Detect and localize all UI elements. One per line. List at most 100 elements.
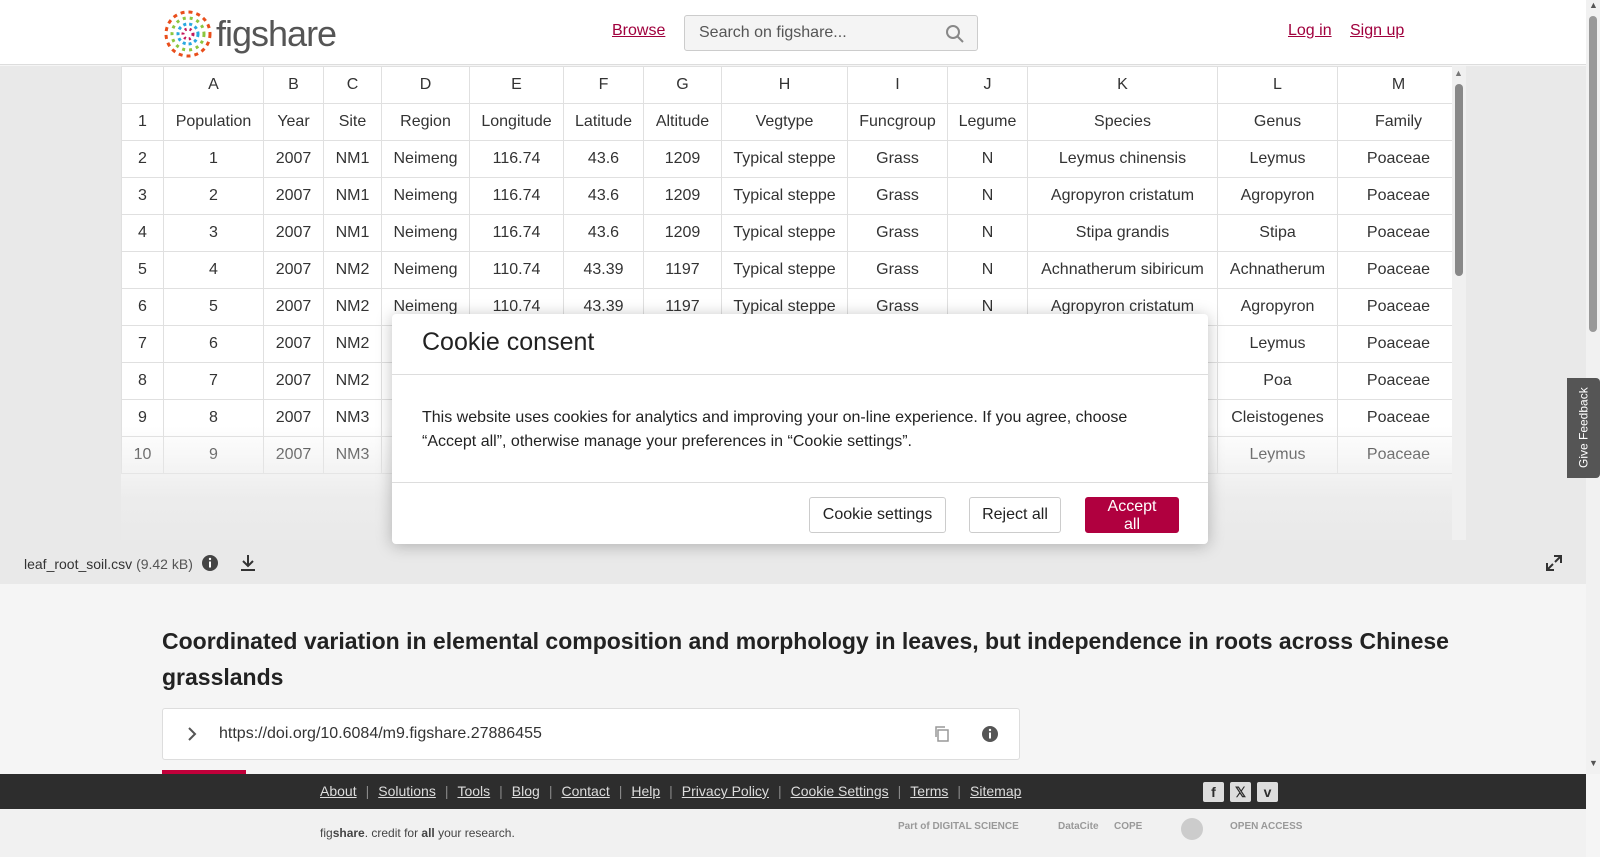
table-cell[interactable]: 6: [163, 325, 264, 363]
table-cell[interactable]: Grass: [847, 177, 948, 215]
table-cell[interactable]: Poa: [1217, 362, 1338, 400]
row-number[interactable]: 5: [121, 251, 164, 289]
column-header[interactable]: C: [323, 66, 382, 104]
table-cell[interactable]: Poaceae: [1337, 251, 1460, 289]
column-header[interactable]: E: [469, 66, 564, 104]
row-number[interactable]: 6: [121, 288, 164, 326]
footer-link-blog[interactable]: Blog: [512, 783, 540, 799]
table-cell[interactable]: Vegtype: [721, 103, 848, 141]
table-cell[interactable]: 2: [163, 177, 264, 215]
table-cell[interactable]: Site: [323, 103, 382, 141]
table-cell[interactable]: Neimeng: [381, 140, 470, 178]
give-feedback-tab[interactable]: Give Feedback: [1567, 378, 1600, 478]
column-header[interactable]: B: [263, 66, 324, 104]
table-cell[interactable]: Poaceae: [1337, 177, 1460, 215]
accept-all-button[interactable]: Accept all: [1085, 497, 1179, 533]
page-scroll-down-icon[interactable]: ▼: [1589, 758, 1598, 768]
table-cell[interactable]: NM2: [323, 288, 382, 326]
table-cell[interactable]: Funcgroup: [847, 103, 948, 141]
table-cell[interactable]: 43.39: [563, 251, 644, 289]
column-header[interactable]: J: [947, 66, 1028, 104]
table-cell[interactable]: Family: [1337, 103, 1460, 141]
footer-link-help[interactable]: Help: [631, 783, 660, 799]
cope-logo[interactable]: COPE: [1114, 821, 1142, 832]
x-twitter-icon[interactable]: 𝕏: [1230, 782, 1251, 802]
scroll-up-icon[interactable]: ▲: [1454, 68, 1463, 78]
table-cell[interactable]: Agropyron cristatum: [1027, 177, 1218, 215]
table-cell[interactable]: NM1: [323, 214, 382, 252]
footer-link-terms[interactable]: Terms: [910, 783, 948, 799]
footer-link-sitemap[interactable]: Sitemap: [970, 783, 1021, 799]
table-cell[interactable]: Achnatherum: [1217, 251, 1338, 289]
table-cell[interactable]: 5: [163, 288, 264, 326]
reject-all-button[interactable]: Reject all: [969, 497, 1061, 533]
table-cell[interactable]: 43.6: [563, 214, 644, 252]
table-cell[interactable]: Legume: [947, 103, 1028, 141]
table-cell[interactable]: Typical steppe: [721, 251, 848, 289]
footer-link-contact[interactable]: Contact: [561, 783, 609, 799]
table-cell[interactable]: Year: [263, 103, 324, 141]
browse-link[interactable]: Browse: [612, 22, 665, 40]
footer-link-solutions[interactable]: Solutions: [378, 783, 436, 799]
table-cell[interactable]: 1197: [643, 251, 722, 289]
table-cell[interactable]: 3: [163, 214, 264, 252]
vimeo-icon[interactable]: v: [1257, 782, 1278, 802]
column-header[interactable]: K: [1027, 66, 1218, 104]
table-cell[interactable]: Typical steppe: [721, 214, 848, 252]
table-cell[interactable]: Grass: [847, 140, 948, 178]
table-cell[interactable]: Grass: [847, 251, 948, 289]
table-cell[interactable]: Latitude: [563, 103, 644, 141]
download-icon[interactable]: [238, 553, 258, 573]
table-cell[interactable]: Agropyron: [1217, 288, 1338, 326]
table-cell[interactable]: 43.6: [563, 140, 644, 178]
table-cell[interactable]: Neimeng: [381, 251, 470, 289]
table-cell[interactable]: Leymus: [1217, 325, 1338, 363]
search-input[interactable]: [685, 16, 925, 50]
column-header[interactable]: A: [163, 66, 264, 104]
table-cell[interactable]: NM2: [323, 325, 382, 363]
table-cell[interactable]: 7: [163, 362, 264, 400]
table-cell[interactable]: Leymus chinensis: [1027, 140, 1218, 178]
corner-cell[interactable]: [121, 66, 164, 104]
table-cell[interactable]: 110.74: [469, 251, 564, 289]
table-cell[interactable]: Typical steppe: [721, 140, 848, 178]
table-cell[interactable]: N: [947, 140, 1028, 178]
copy-icon[interactable]: [933, 725, 951, 743]
table-cell[interactable]: 2007: [263, 140, 324, 178]
table-cell[interactable]: N: [947, 177, 1028, 215]
column-header[interactable]: M: [1337, 66, 1460, 104]
table-cell[interactable]: NM2: [323, 362, 382, 400]
table-cell[interactable]: NM1: [323, 140, 382, 178]
row-number[interactable]: 2: [121, 140, 164, 178]
table-cell[interactable]: 2007: [263, 288, 324, 326]
table-cell[interactable]: 1: [163, 140, 264, 178]
table-cell[interactable]: 2007: [263, 251, 324, 289]
table-cell[interactable]: Stipa: [1217, 214, 1338, 252]
datacite-logo[interactable]: DataCite: [1058, 821, 1099, 832]
table-cell[interactable]: 2007: [263, 362, 324, 400]
row-number[interactable]: 1: [121, 103, 164, 141]
info-icon[interactable]: [201, 554, 219, 572]
cookie-settings-button[interactable]: Cookie settings: [809, 497, 946, 533]
doi-link[interactable]: https://doi.org/10.6084/m9.figshare.2788…: [219, 725, 542, 743]
table-cell[interactable]: Altitude: [643, 103, 722, 141]
signup-link[interactable]: Sign up: [1350, 22, 1404, 40]
table-cell[interactable]: 116.74: [469, 177, 564, 215]
table-cell[interactable]: Species: [1027, 103, 1218, 141]
chevron-right-icon[interactable]: [183, 725, 201, 743]
table-cell[interactable]: Poaceae: [1337, 325, 1460, 363]
column-header[interactable]: L: [1217, 66, 1338, 104]
column-header[interactable]: H: [721, 66, 848, 104]
figshare-logo[interactable]: figshare: [162, 8, 337, 60]
page-scroll-up-icon[interactable]: ▲: [1589, 0, 1598, 10]
column-header[interactable]: D: [381, 66, 470, 104]
footer-link-about[interactable]: About: [320, 783, 357, 799]
table-cell[interactable]: 116.74: [469, 214, 564, 252]
table-cell[interactable]: Achnatherum sibiricum: [1027, 251, 1218, 289]
page-scrollbar-thumb[interactable]: [1589, 16, 1597, 332]
table-cell[interactable]: Stipa grandis: [1027, 214, 1218, 252]
table-cell[interactable]: Population: [163, 103, 264, 141]
spreadsheet-scrollbar[interactable]: ▲: [1452, 66, 1466, 546]
table-cell[interactable]: Poaceae: [1337, 140, 1460, 178]
table-cell[interactable]: 116.74: [469, 140, 564, 178]
